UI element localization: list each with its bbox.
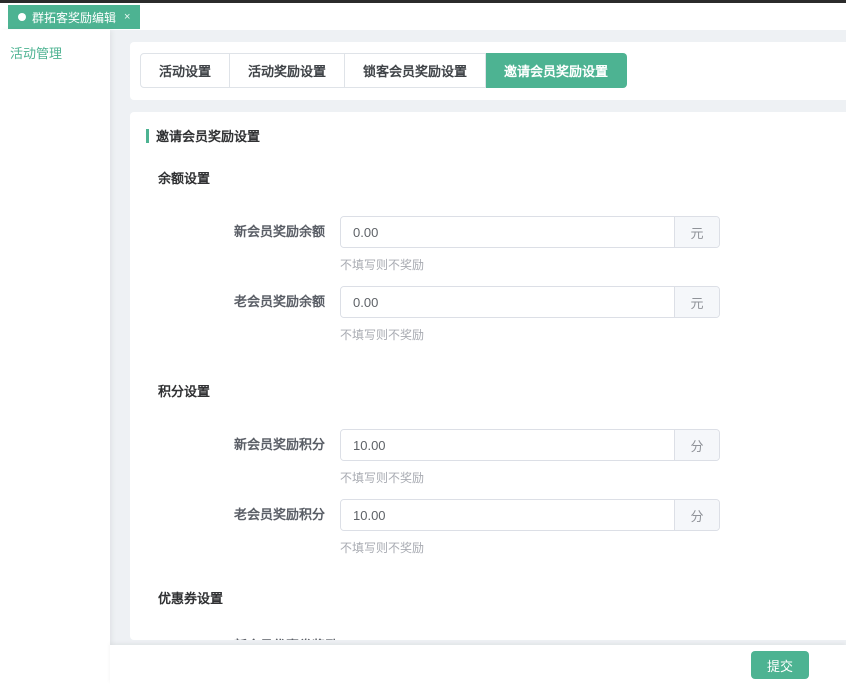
field-label: 新会员奖励余额 bbox=[234, 216, 340, 273]
close-icon[interactable]: × bbox=[124, 11, 130, 23]
card-title: 邀请会员奖励设置 bbox=[156, 126, 260, 145]
card-header: 邀请会员奖励设置 bbox=[146, 126, 846, 145]
submit-button[interactable]: 提交 bbox=[751, 651, 809, 679]
tab-invite-member-reward-settings[interactable]: 邀请会员奖励设置 bbox=[486, 53, 627, 88]
help-text: 不填写则不奖励 bbox=[340, 469, 720, 486]
input-group: 元 bbox=[340, 286, 720, 318]
coupon-reward-label: 新会员优惠券奖励 bbox=[234, 635, 846, 640]
help-text: 不填写则不奖励 bbox=[340, 256, 720, 273]
form-row-new-member-balance: 新会员奖励余额 元 不填写则不奖励 bbox=[234, 216, 846, 273]
section-title-coupon: 优惠券设置 bbox=[158, 588, 846, 607]
settings-tab-group: 活动设置 活动奖励设置 锁客会员奖励设置 邀请会员奖励设置 bbox=[140, 53, 627, 88]
sidebar-item-activity-management[interactable]: 活动管理 bbox=[0, 30, 110, 75]
page-tab-active[interactable]: 群拓客奖励编辑 × bbox=[8, 5, 140, 29]
section-accent-bar bbox=[146, 129, 149, 143]
unit-suffix-yuan: 元 bbox=[674, 287, 719, 317]
help-text: 不填写则不奖励 bbox=[340, 539, 720, 556]
page-tab-bar: 群拓客奖励编辑 × bbox=[0, 3, 846, 30]
section-title-points: 积分设置 bbox=[158, 381, 846, 400]
field-label: 老会员奖励余额 bbox=[234, 286, 340, 343]
help-text: 不填写则不奖励 bbox=[340, 326, 720, 343]
input-group: 分 bbox=[340, 499, 720, 531]
new-member-balance-input[interactable] bbox=[341, 217, 674, 247]
footer-bar: 提交 bbox=[110, 645, 846, 684]
tab-activity-reward-settings[interactable]: 活动奖励设置 bbox=[230, 53, 345, 88]
section-title-balance: 余额设置 bbox=[158, 168, 846, 187]
form-card: 邀请会员奖励设置 余额设置 新会员奖励余额 元 不填写则不奖励 老会员奖励余额 … bbox=[130, 112, 846, 640]
tab-lock-member-reward-settings[interactable]: 锁客会员奖励设置 bbox=[345, 53, 486, 88]
page-tab-label: 群拓客奖励编辑 bbox=[32, 9, 116, 26]
unit-suffix-points: 分 bbox=[674, 500, 719, 530]
unit-suffix-yuan: 元 bbox=[674, 217, 719, 247]
active-dot-icon bbox=[18, 13, 26, 21]
form-row-old-member-balance: 老会员奖励余额 元 不填写则不奖励 bbox=[234, 286, 846, 343]
input-group: 分 bbox=[340, 429, 720, 461]
tabs-card: 活动设置 活动奖励设置 锁客会员奖励设置 邀请会员奖励设置 bbox=[130, 42, 846, 100]
field-label: 老会员奖励积分 bbox=[234, 499, 340, 556]
field-label: 新会员奖励积分 bbox=[234, 429, 340, 486]
new-member-points-input[interactable] bbox=[341, 430, 674, 460]
form-row-new-member-points: 新会员奖励积分 分 不填写则不奖励 bbox=[234, 429, 846, 486]
tab-activity-settings[interactable]: 活动设置 bbox=[140, 53, 230, 88]
sidebar: 活动管理 bbox=[0, 30, 110, 684]
input-group: 元 bbox=[340, 216, 720, 248]
unit-suffix-points: 分 bbox=[674, 430, 719, 460]
form-row-old-member-points: 老会员奖励积分 分 不填写则不奖励 bbox=[234, 499, 846, 556]
old-member-points-input[interactable] bbox=[341, 500, 674, 530]
old-member-balance-input[interactable] bbox=[341, 287, 674, 317]
